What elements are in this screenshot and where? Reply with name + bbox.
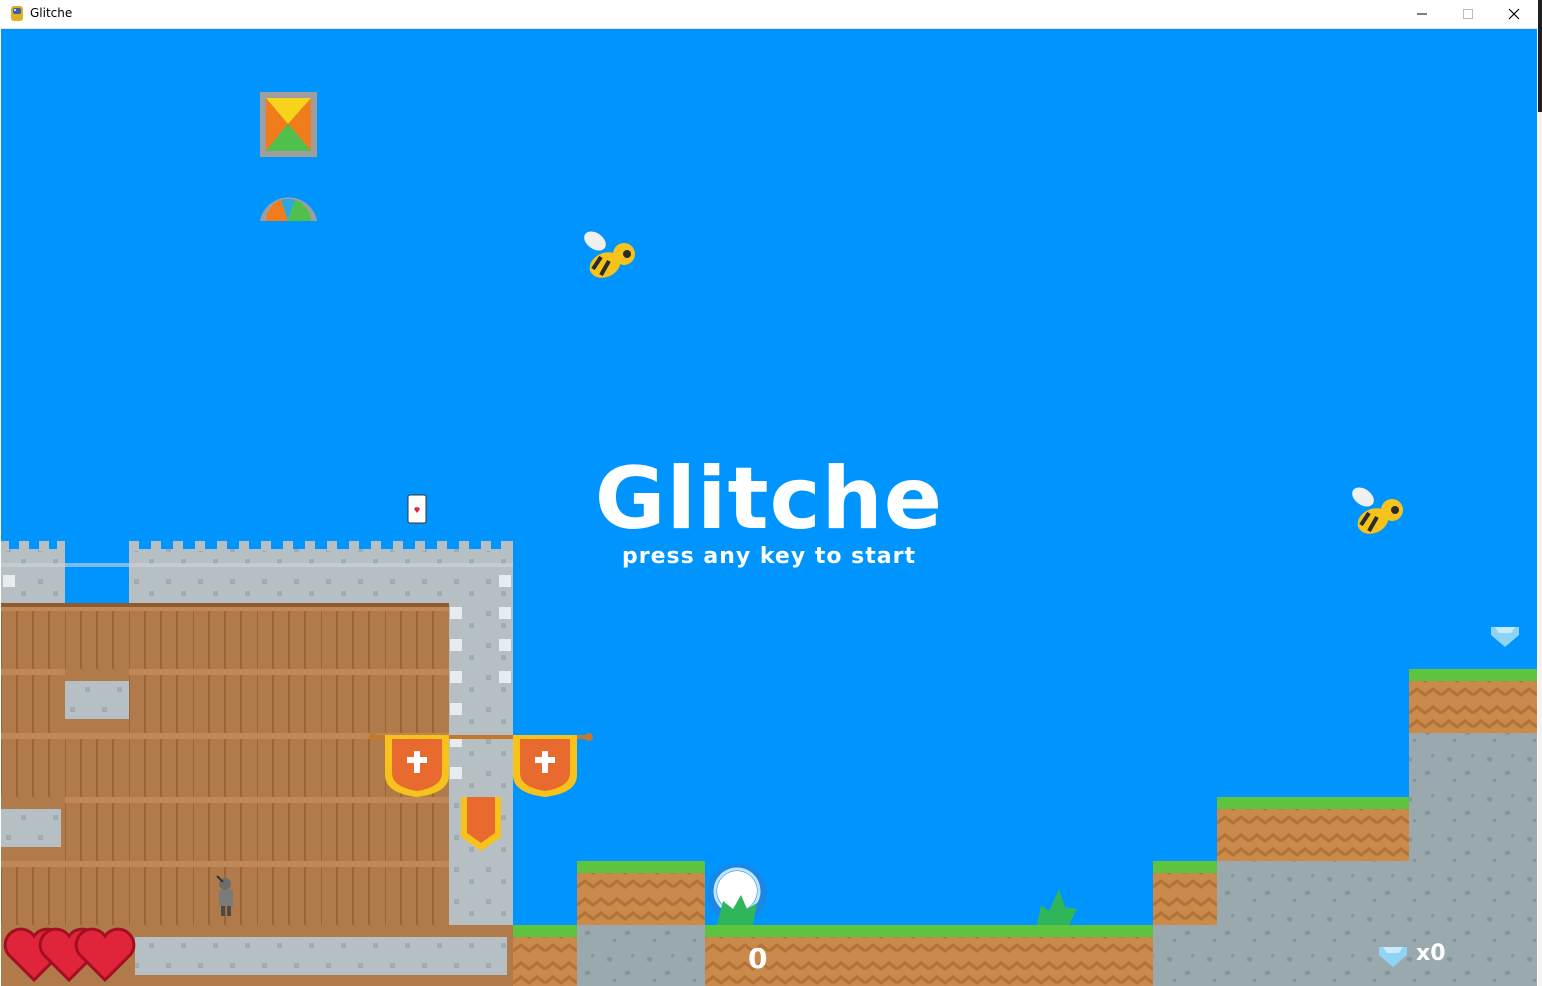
- shield-banner: [385, 735, 449, 797]
- stained-glass-window: [260, 92, 317, 157]
- window-titlebar: Glitche: [0, 0, 1538, 29]
- minimize-icon: [1417, 13, 1427, 15]
- diamond-gem-pickup: [1491, 627, 1519, 647]
- ground-terrain: [513, 669, 1537, 986]
- window-title: Glitche: [30, 6, 73, 20]
- python-app-icon: [11, 6, 23, 21]
- start-prompt: press any key to start: [622, 544, 916, 569]
- maximize-icon: [1463, 9, 1473, 19]
- window-edge: [1538, 0, 1542, 986]
- game-title: Glitche: [594, 449, 944, 549]
- game-canvas[interactable]: Glitche press any key to start 0 x0: [1, 29, 1537, 986]
- bee-enemy: [584, 231, 635, 278]
- score-counter: 0: [748, 942, 768, 975]
- shield-banner: [513, 735, 577, 797]
- minimize-button[interactable]: [1399, 0, 1445, 28]
- close-icon: [1508, 8, 1520, 20]
- green-bush: [1037, 889, 1077, 925]
- maximize-button[interactable]: [1445, 0, 1491, 28]
- close-button[interactable]: [1491, 0, 1537, 28]
- gem-counter: x0: [1416, 941, 1446, 966]
- rainbow-arch: [260, 197, 317, 221]
